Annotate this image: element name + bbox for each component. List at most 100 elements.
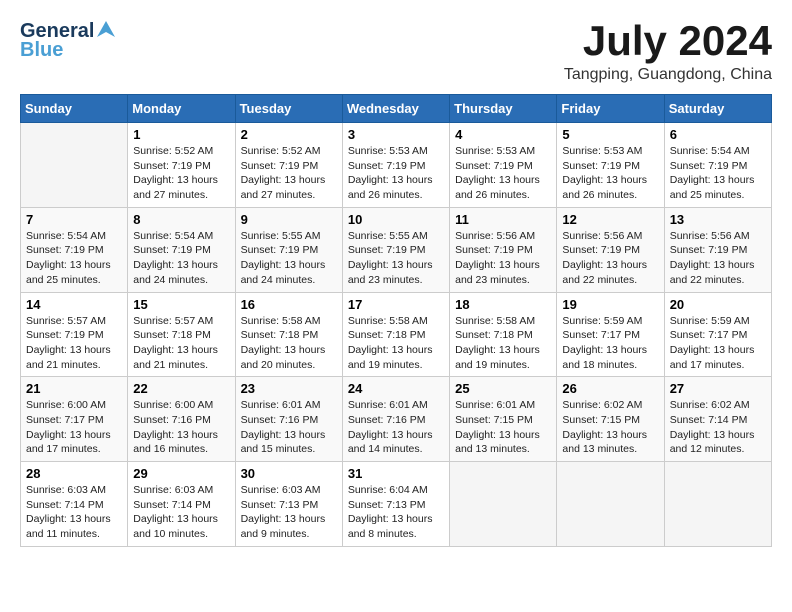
day-info: Sunrise: 6:03 AM Sunset: 7:14 PM Dayligh… xyxy=(133,483,229,542)
calendar-week-row: 14 Sunrise: 5:57 AM Sunset: 7:19 PM Dayli… xyxy=(21,292,772,377)
day-number: 2 xyxy=(241,127,337,142)
day-number: 14 xyxy=(26,297,122,312)
calendar-cell: 9 Sunrise: 5:55 AM Sunset: 7:19 PM Daylig… xyxy=(235,207,342,292)
day-info: Sunrise: 6:03 AM Sunset: 7:14 PM Dayligh… xyxy=(26,483,122,542)
page-header: General Blue July 2024 Tangping, Guangdo… xyxy=(20,20,772,84)
calendar-cell: 16 Sunrise: 5:58 AM Sunset: 7:18 PM Dayli… xyxy=(235,292,342,377)
day-info: Sunrise: 5:53 AM Sunset: 7:19 PM Dayligh… xyxy=(348,144,444,203)
day-info: Sunrise: 6:00 AM Sunset: 7:17 PM Dayligh… xyxy=(26,398,122,457)
day-info: Sunrise: 5:56 AM Sunset: 7:19 PM Dayligh… xyxy=(455,229,551,288)
calendar-cell: 6Sunrise: 5:54 AM Sunset: 7:19 PM Daylig… xyxy=(664,123,771,208)
day-number: 7 xyxy=(26,212,122,227)
day-info: Sunrise: 5:59 AM Sunset: 7:17 PM Dayligh… xyxy=(670,314,766,373)
calendar-cell: 21 Sunrise: 6:00 AM Sunset: 7:17 PM Dayli… xyxy=(21,377,128,462)
day-number: 18 xyxy=(455,297,551,312)
weekday-header-tuesday: Tuesday xyxy=(235,95,342,123)
day-number: 5 xyxy=(562,127,658,142)
day-number: 20 xyxy=(670,297,766,312)
day-number: 24 xyxy=(348,381,444,396)
calendar-cell xyxy=(664,462,771,547)
day-info: Sunrise: 5:54 AM Sunset: 7:19 PM Dayligh… xyxy=(133,229,229,288)
day-number: 17 xyxy=(348,297,444,312)
calendar-cell: 7Sunrise: 5:54 AM Sunset: 7:19 PM Daylig… xyxy=(21,207,128,292)
day-info: Sunrise: 6:01 AM Sunset: 7:15 PM Dayligh… xyxy=(455,398,551,457)
day-info: Sunrise: 6:03 AM Sunset: 7:13 PM Dayligh… xyxy=(241,483,337,542)
day-number: 19 xyxy=(562,297,658,312)
day-number: 11 xyxy=(455,212,551,227)
logo-blue-text: Blue xyxy=(20,39,63,62)
day-info: Sunrise: 5:57 AM Sunset: 7:19 PM Dayligh… xyxy=(26,314,122,373)
day-info: Sunrise: 5:54 AM Sunset: 7:19 PM Dayligh… xyxy=(670,144,766,203)
day-info: Sunrise: 5:52 AM Sunset: 7:19 PM Dayligh… xyxy=(133,144,229,203)
day-number: 16 xyxy=(241,297,337,312)
title-block: July 2024 Tangping, Guangdong, China xyxy=(564,20,772,84)
day-number: 31 xyxy=(348,466,444,481)
calendar-cell: 3 Sunrise: 5:53 AM Sunset: 7:19 PM Daylig… xyxy=(342,123,449,208)
calendar-cell: 12 Sunrise: 5:56 AM Sunset: 7:19 PM Dayli… xyxy=(557,207,664,292)
day-info: Sunrise: 5:56 AM Sunset: 7:19 PM Dayligh… xyxy=(670,229,766,288)
weekday-header-thursday: Thursday xyxy=(450,95,557,123)
day-info: Sunrise: 5:58 AM Sunset: 7:18 PM Dayligh… xyxy=(241,314,337,373)
day-info: Sunrise: 6:01 AM Sunset: 7:16 PM Dayligh… xyxy=(348,398,444,457)
day-number: 10 xyxy=(348,212,444,227)
calendar-cell: 27 Sunrise: 6:02 AM Sunset: 7:14 PM Dayli… xyxy=(664,377,771,462)
calendar-cell: 24 Sunrise: 6:01 AM Sunset: 7:16 PM Dayli… xyxy=(342,377,449,462)
calendar-cell: 8 Sunrise: 5:54 AM Sunset: 7:19 PM Daylig… xyxy=(128,207,235,292)
calendar-week-row: 7 Sunrise: 5:54 AM Sunset: 7:19 PM Daylig… xyxy=(21,207,772,292)
location-text: Tangping, Guangdong, China xyxy=(564,66,772,84)
day-number: 25 xyxy=(455,381,551,396)
day-number: 1 xyxy=(133,127,229,142)
day-info: Sunrise: 6:02 AM Sunset: 7:15 PM Dayligh… xyxy=(562,398,658,457)
day-number: 22 xyxy=(133,381,229,396)
day-number: 8 xyxy=(133,212,229,227)
day-number: 30 xyxy=(241,466,337,481)
calendar-cell: 25 Sunrise: 6:01 AM Sunset: 7:15 PM Dayli… xyxy=(450,377,557,462)
day-number: 12 xyxy=(562,212,658,227)
calendar-cell: 5Sunrise: 5:53 AM Sunset: 7:19 PM Daylig… xyxy=(557,123,664,208)
weekday-header-friday: Friday xyxy=(557,95,664,123)
weekday-header-sunday: Sunday xyxy=(21,95,128,123)
calendar-cell: 26 Sunrise: 6:02 AM Sunset: 7:15 PM Dayli… xyxy=(557,377,664,462)
calendar-cell: 22Sunrise: 6:00 AM Sunset: 7:16 PM Dayli… xyxy=(128,377,235,462)
calendar-cell: 1 Sunrise: 5:52 AM Sunset: 7:19 PM Daylig… xyxy=(128,123,235,208)
calendar-cell: 28 Sunrise: 6:03 AM Sunset: 7:14 PM Dayli… xyxy=(21,462,128,547)
day-info: Sunrise: 5:53 AM Sunset: 7:19 PM Dayligh… xyxy=(455,144,551,203)
day-number: 3 xyxy=(348,127,444,142)
day-info: Sunrise: 5:55 AM Sunset: 7:19 PM Dayligh… xyxy=(348,229,444,288)
calendar-cell: 23 Sunrise: 6:01 AM Sunset: 7:16 PM Dayli… xyxy=(235,377,342,462)
day-info: Sunrise: 6:02 AM Sunset: 7:14 PM Dayligh… xyxy=(670,398,766,457)
calendar-cell: 15 Sunrise: 5:57 AM Sunset: 7:18 PM Dayli… xyxy=(128,292,235,377)
day-info: Sunrise: 6:04 AM Sunset: 7:13 PM Dayligh… xyxy=(348,483,444,542)
day-info: Sunrise: 5:57 AM Sunset: 7:18 PM Dayligh… xyxy=(133,314,229,373)
weekday-header-saturday: Saturday xyxy=(664,95,771,123)
day-number: 21 xyxy=(26,381,122,396)
day-info: Sunrise: 5:56 AM Sunset: 7:19 PM Dayligh… xyxy=(562,229,658,288)
calendar-table: SundayMondayTuesdayWednesdayThursdayFrid… xyxy=(20,94,772,547)
day-info: Sunrise: 5:52 AM Sunset: 7:19 PM Dayligh… xyxy=(241,144,337,203)
day-info: Sunrise: 5:58 AM Sunset: 7:18 PM Dayligh… xyxy=(348,314,444,373)
calendar-cell: 11 Sunrise: 5:56 AM Sunset: 7:19 PM Dayli… xyxy=(450,207,557,292)
day-number: 27 xyxy=(670,381,766,396)
day-number: 29 xyxy=(133,466,229,481)
calendar-cell: 2 Sunrise: 5:52 AM Sunset: 7:19 PM Daylig… xyxy=(235,123,342,208)
day-number: 9 xyxy=(241,212,337,227)
day-info: Sunrise: 5:55 AM Sunset: 7:19 PM Dayligh… xyxy=(241,229,337,288)
calendar-cell: 29 Sunrise: 6:03 AM Sunset: 7:14 PM Dayli… xyxy=(128,462,235,547)
calendar-cell xyxy=(557,462,664,547)
calendar-cell: 31 Sunrise: 6:04 AM Sunset: 7:13 PM Dayli… xyxy=(342,462,449,547)
day-number: 23 xyxy=(241,381,337,396)
logo: General Blue xyxy=(20,20,117,62)
day-number: 15 xyxy=(133,297,229,312)
day-number: 28 xyxy=(26,466,122,481)
day-info: Sunrise: 5:58 AM Sunset: 7:18 PM Dayligh… xyxy=(455,314,551,373)
logo-bird-icon xyxy=(95,19,117,41)
calendar-week-row: 1 Sunrise: 5:52 AM Sunset: 7:19 PM Daylig… xyxy=(21,123,772,208)
day-info: Sunrise: 6:01 AM Sunset: 7:16 PM Dayligh… xyxy=(241,398,337,457)
weekday-header-monday: Monday xyxy=(128,95,235,123)
calendar-cell: 17 Sunrise: 5:58 AM Sunset: 7:18 PM Dayli… xyxy=(342,292,449,377)
calendar-cell: 10 Sunrise: 5:55 AM Sunset: 7:19 PM Dayli… xyxy=(342,207,449,292)
calendar-header-row: SundayMondayTuesdayWednesdayThursdayFrid… xyxy=(21,95,772,123)
month-title: July 2024 xyxy=(564,20,772,62)
calendar-cell: 30 Sunrise: 6:03 AM Sunset: 7:13 PM Dayli… xyxy=(235,462,342,547)
day-number: 26 xyxy=(562,381,658,396)
